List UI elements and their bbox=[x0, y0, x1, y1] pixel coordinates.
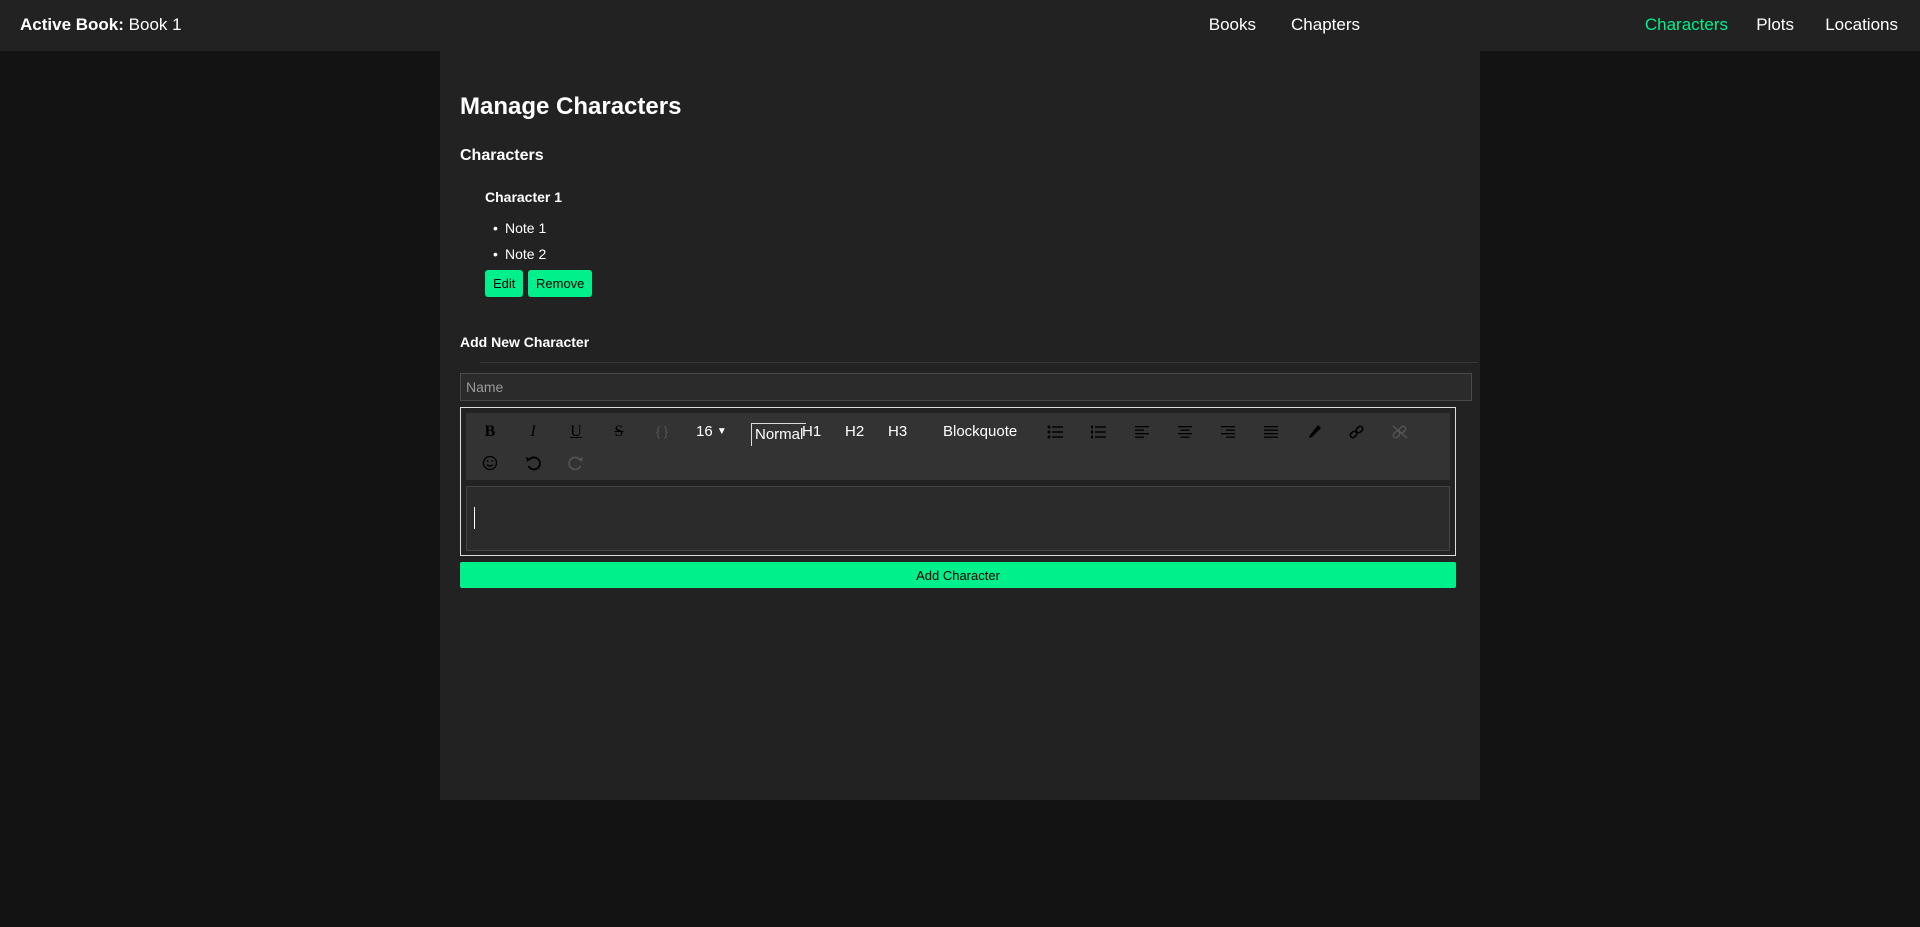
undo-icon[interactable] bbox=[517, 450, 549, 476]
content-panel: Manage Characters Characters Character 1… bbox=[440, 51, 1480, 800]
add-character-heading: Add New Character bbox=[460, 334, 590, 350]
ordered-list-icon[interactable] bbox=[1083, 419, 1115, 445]
align-justify-icon[interactable] bbox=[1255, 419, 1287, 445]
unordered-list-icon[interactable] bbox=[1040, 419, 1072, 445]
bullet-icon: • bbox=[493, 220, 498, 236]
top-navbar: Active Book: Book 1 Books Chapters Chara… bbox=[0, 0, 1920, 51]
align-center-icon[interactable] bbox=[1169, 419, 1201, 445]
caret-down-icon: ▼ bbox=[716, 426, 727, 437]
characters-section-title: Characters bbox=[460, 147, 544, 164]
nav-books[interactable]: Books bbox=[1209, 15, 1256, 35]
block-h1-button[interactable]: H1 bbox=[802, 419, 821, 445]
character-note: • Note 2 bbox=[493, 246, 546, 262]
block-normal-button[interactable]: Normal bbox=[751, 423, 807, 446]
nav-chapters[interactable]: Chapters bbox=[1291, 15, 1360, 35]
character-name: Character 1 bbox=[485, 189, 563, 205]
underline-icon[interactable]: U bbox=[560, 419, 592, 445]
nav-characters[interactable]: Characters bbox=[1645, 15, 1728, 35]
strikethrough-icon[interactable]: S bbox=[603, 419, 635, 445]
color-picker-icon[interactable] bbox=[1298, 419, 1330, 445]
rich-text-editor: B I U S { } 16 ▼ Normal H1 H2 H3 Blockqu… bbox=[460, 407, 1456, 556]
edit-character-button[interactable]: Edit bbox=[485, 270, 524, 297]
link-icon[interactable] bbox=[1341, 419, 1373, 445]
page-title: Manage Characters bbox=[460, 93, 682, 120]
text-cursor bbox=[474, 507, 475, 529]
italic-icon[interactable]: I bbox=[517, 419, 549, 445]
blockquote-button[interactable]: Blockquote bbox=[943, 419, 1017, 445]
align-left-icon[interactable] bbox=[1126, 419, 1158, 445]
nav-plots[interactable]: Plots bbox=[1756, 15, 1794, 35]
bullet-icon: • bbox=[493, 246, 498, 262]
code-icon[interactable]: { } bbox=[646, 419, 678, 445]
block-h2-button[interactable]: H2 bbox=[845, 419, 864, 445]
active-book-indicator: Active Book: Book 1 bbox=[20, 15, 182, 35]
add-character-button[interactable]: Add Character bbox=[460, 562, 1456, 588]
align-right-icon[interactable] bbox=[1212, 419, 1244, 445]
character-name-input[interactable] bbox=[460, 373, 1472, 401]
unlink-icon[interactable] bbox=[1384, 419, 1416, 445]
active-book-name: Book 1 bbox=[128, 15, 182, 34]
remove-character-button[interactable]: Remove bbox=[528, 270, 593, 297]
emoji-icon[interactable] bbox=[474, 450, 506, 476]
note-text: Note 2 bbox=[505, 246, 547, 262]
bold-icon[interactable]: B bbox=[474, 419, 506, 445]
block-h3-button[interactable]: H3 bbox=[888, 419, 907, 445]
font-size-value: 16 bbox=[696, 423, 713, 440]
character-card: Character 1 • Note 1 • Note 2 Edit Remove bbox=[480, 182, 1478, 363]
active-book-label: Active Book: bbox=[20, 15, 124, 34]
font-size-dropdown[interactable]: 16 ▼ bbox=[696, 419, 727, 445]
note-text: Note 1 bbox=[505, 220, 547, 236]
redo-icon[interactable] bbox=[560, 450, 592, 476]
editor-toolbar: B I U S { } 16 ▼ Normal H1 H2 H3 Blockqu… bbox=[466, 413, 1450, 480]
character-note: • Note 1 bbox=[493, 220, 546, 236]
editor-content-area[interactable] bbox=[466, 486, 1450, 551]
nav-locations[interactable]: Locations bbox=[1825, 15, 1898, 35]
